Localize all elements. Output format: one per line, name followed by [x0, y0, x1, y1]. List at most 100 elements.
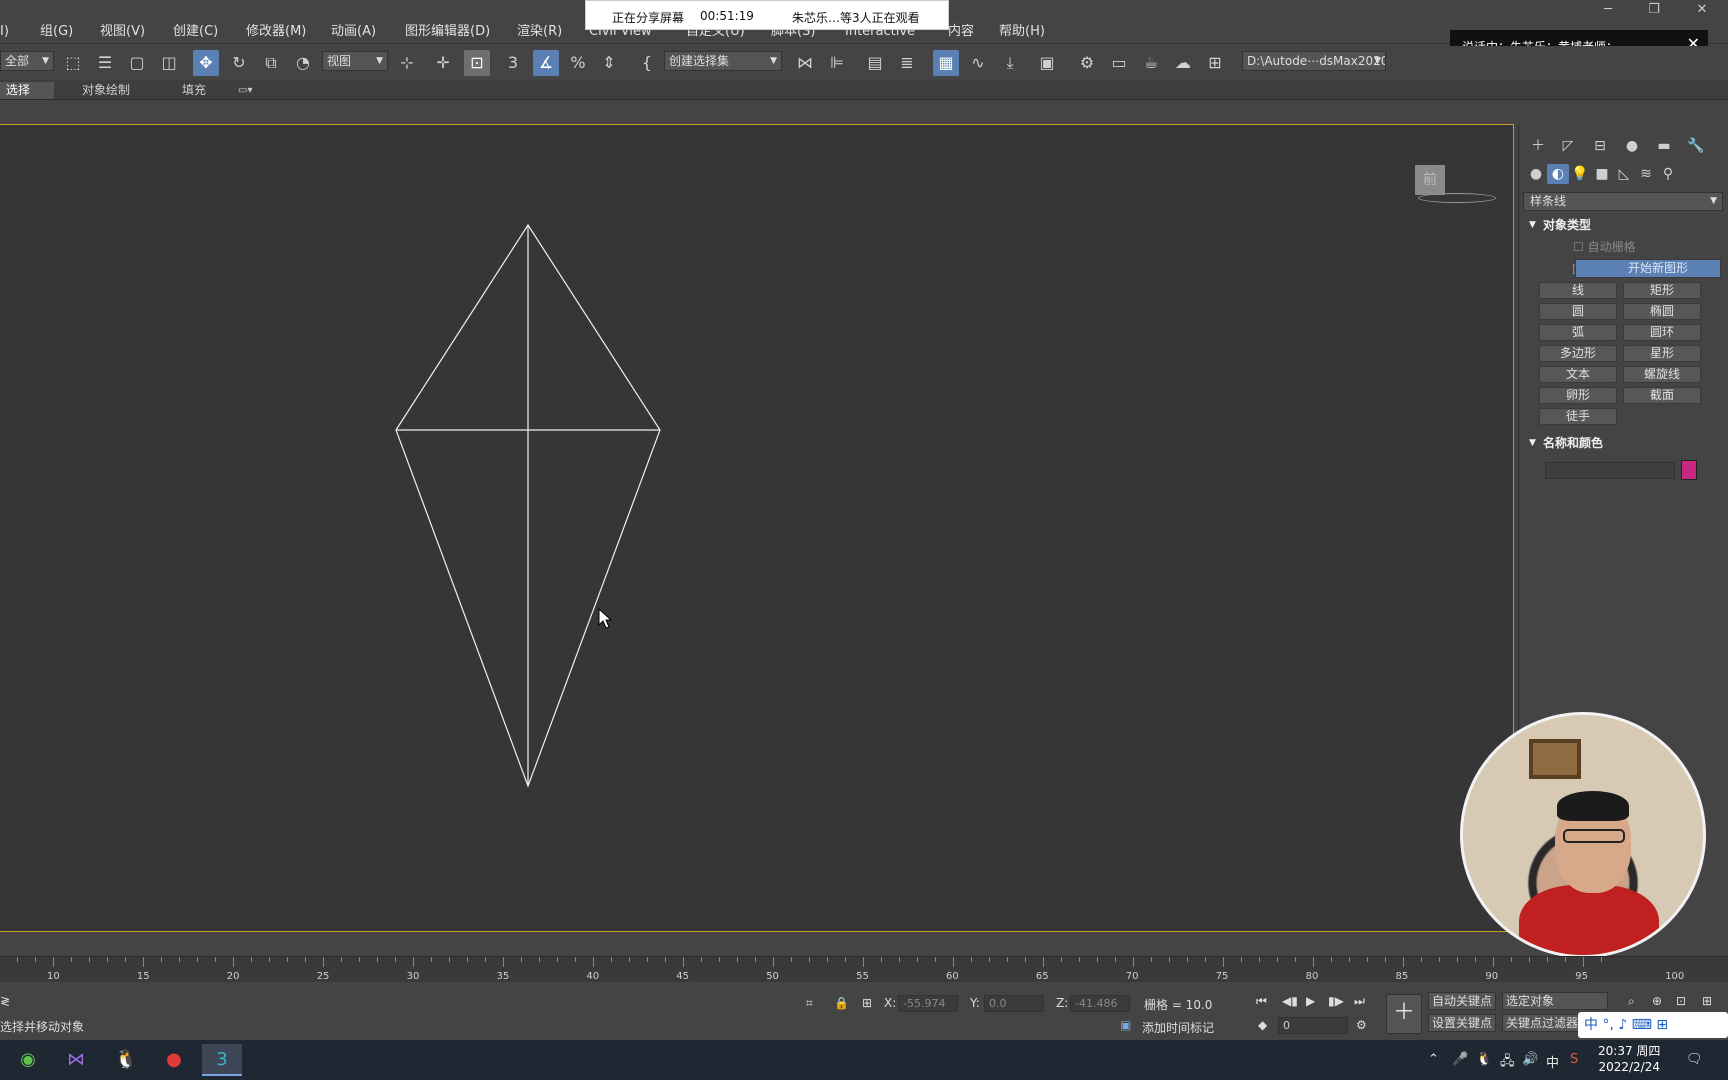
- ngon-button[interactable]: 多边形: [1539, 345, 1617, 362]
- cameras-icon[interactable]: ■: [1591, 164, 1613, 184]
- shape-category-dropdown[interactable]: 样条线 ▼: [1523, 192, 1723, 211]
- front-viewport[interactable]: [0, 124, 1514, 932]
- x-coord-field[interactable]: -55.974: [898, 995, 958, 1012]
- render-online-icon[interactable]: ⊞: [1202, 50, 1228, 76]
- selected-object-dropdown[interactable]: 选定对象: [1502, 992, 1608, 1010]
- name-color-rollout[interactable]: ▼ 名称和颜色: [1523, 434, 1723, 452]
- ribbon-toggle-icon[interactable]: ▦: [933, 50, 959, 76]
- snaps-3d-icon[interactable]: 3: [500, 50, 526, 76]
- reference-coord-combo[interactable]: 视图 ▼: [322, 51, 388, 71]
- auto-key-button[interactable]: 自动关键点: [1428, 992, 1497, 1010]
- donut-button[interactable]: 圆环: [1623, 324, 1701, 341]
- recorder-app-icon[interactable]: ●: [154, 1044, 194, 1076]
- object-name-field[interactable]: [1545, 462, 1675, 479]
- y-coord-field[interactable]: 0.0: [984, 995, 1044, 1012]
- ime-indicator[interactable]: 中: [1546, 1052, 1559, 1071]
- modify-tab-icon[interactable]: ◸: [1557, 136, 1579, 156]
- arc-button[interactable]: 弧: [1539, 324, 1617, 341]
- align-icon[interactable]: ⊫: [824, 50, 850, 76]
- render-setup-icon[interactable]: ⚙: [1074, 50, 1100, 76]
- object-color-swatch[interactable]: [1681, 460, 1697, 480]
- select-manipulate-icon[interactable]: ✛: [430, 50, 456, 76]
- set-key-button[interactable]: 设置关键点: [1428, 1014, 1497, 1032]
- motion-tab-icon[interactable]: ●: [1621, 136, 1643, 156]
- current-frame-field[interactable]: 0: [1278, 1017, 1348, 1034]
- hierarchy-tab-icon[interactable]: ⊟: [1589, 136, 1611, 156]
- rotate-icon[interactable]: ↻: [226, 50, 252, 76]
- geometry-icon[interactable]: ●: [1525, 164, 1547, 184]
- tray-overflow-icon[interactable]: ⌃: [1428, 1052, 1439, 1067]
- egg-button[interactable]: 卵形: [1539, 387, 1617, 404]
- helpers-icon[interactable]: ◺: [1613, 164, 1635, 184]
- ribbon-options-icon[interactable]: ▭▾: [232, 82, 258, 99]
- notifications-icon[interactable]: 🗨: [1686, 1052, 1703, 1067]
- lock-selection-icon[interactable]: 🔒: [834, 996, 849, 1010]
- mirror-icon[interactable]: ⋈: [792, 50, 818, 76]
- play-icon[interactable]: ▶: [1306, 994, 1315, 1008]
- zoom-extents-icon[interactable]: ⊡: [1676, 994, 1686, 1008]
- menu-item-content[interactable]: 内容: [948, 22, 974, 42]
- select-by-name-icon[interactable]: ☰: [92, 50, 118, 76]
- menu-item-graph-editors[interactable]: 图形编辑器(D): [405, 22, 490, 42]
- space-warps-icon[interactable]: ≋: [1635, 164, 1657, 184]
- browser-app-icon[interactable]: ◉: [8, 1044, 48, 1076]
- angle-snap-icon[interactable]: ∡: [533, 50, 559, 76]
- project-path-combo[interactable]: D:\Autode⋯dsMax2020 ▼: [1242, 51, 1386, 71]
- rectangle-button[interactable]: 矩形: [1623, 282, 1701, 299]
- key-mode-icon[interactable]: ◆: [1258, 1018, 1267, 1032]
- zoom-all-icon[interactable]: ⊕: [1652, 994, 1662, 1008]
- go-to-end-icon[interactable]: ⏭: [1354, 994, 1365, 1009]
- key-filters-button[interactable]: 关键点过滤器: [1502, 1014, 1582, 1032]
- scene-explorer-icon[interactable]: ▤: [862, 50, 888, 76]
- menu-item-views[interactable]: 视图(V): [100, 22, 145, 42]
- microphone-icon[interactable]: 🎤: [1452, 1052, 1468, 1067]
- time-config-icon[interactable]: ⚙: [1356, 1018, 1367, 1032]
- placement-icon[interactable]: ◔: [290, 50, 316, 76]
- freehand-button[interactable]: 徒手: [1539, 408, 1617, 425]
- render-cloud-icon[interactable]: ☁: [1170, 50, 1196, 76]
- time-tag-icon[interactable]: ▣: [1120, 1018, 1131, 1032]
- object-type-rollout[interactable]: ▼ 对象类型: [1523, 216, 1723, 234]
- view-cube[interactable]: 前: [1415, 165, 1445, 195]
- display-tab-icon[interactable]: ▬: [1653, 136, 1675, 156]
- menu-item-modifiers[interactable]: 修改器(M): [246, 22, 306, 42]
- curve-editor-icon[interactable]: ∿: [965, 50, 991, 76]
- percent-snap-icon[interactable]: %: [565, 50, 591, 76]
- utilities-tab-icon[interactable]: 🔧: [1685, 136, 1707, 156]
- add-time-tag[interactable]: 添加时间标记: [1142, 1019, 1214, 1036]
- schematic-icon[interactable]: ⤓: [997, 50, 1023, 76]
- share-viewers[interactable]: 朱芯乐…等3人正在观看: [792, 9, 920, 26]
- window-crossing-icon[interactable]: ◫: [156, 50, 182, 76]
- zoom-icon[interactable]: ⌕: [1628, 994, 1635, 1009]
- pivot-icon[interactable]: ⊹: [394, 50, 420, 76]
- absolute-mode-icon[interactable]: ⊞: [862, 996, 872, 1010]
- layer-explorer-icon[interactable]: ≣: [894, 50, 920, 76]
- menu-item-group[interactable]: 组(G): [40, 22, 73, 42]
- systems-icon[interactable]: ⚲: [1657, 164, 1679, 184]
- tab-object-paint[interactable]: 对象绘制: [76, 82, 136, 99]
- isolate-selection-icon[interactable]: ⌗: [806, 996, 813, 1011]
- qq-tray-icon[interactable]: 🐧: [1476, 1052, 1492, 1067]
- tab-selection[interactable]: 选择: [0, 82, 54, 99]
- minimize-icon[interactable]: ─: [1598, 2, 1618, 17]
- named-selection-set-combo[interactable]: 创建选择集 ▼: [664, 51, 782, 71]
- circle-button[interactable]: 圆: [1539, 303, 1617, 320]
- qq-icon[interactable]: 🐧: [106, 1044, 146, 1076]
- render-icon[interactable]: ☕: [1138, 50, 1164, 76]
- lights-icon[interactable]: 💡: [1569, 164, 1591, 184]
- set-key-big-button[interactable]: ＋: [1386, 994, 1422, 1034]
- 3dsmax-app-icon[interactable]: 3: [202, 1044, 242, 1076]
- next-frame-icon[interactable]: ▮▶: [1328, 994, 1344, 1008]
- previous-frame-icon[interactable]: ◀▮: [1282, 994, 1298, 1008]
- sogou-tray-icon[interactable]: S: [1570, 1052, 1578, 1067]
- spinner-snap-icon[interactable]: ⇕: [596, 50, 622, 76]
- selection-filter-combo[interactable]: 全部 ▼: [0, 51, 54, 71]
- close-icon[interactable]: ✕: [1692, 2, 1712, 17]
- restore-icon[interactable]: ❐: [1644, 2, 1664, 17]
- keyboard-shortcut-override-icon[interactable]: ⊡: [464, 50, 490, 76]
- timeline-ruler[interactable]: 10 15 20 25 30 35 40 45 50 55 60 65 70 75 80 85 90 95 100: [0, 956, 1728, 982]
- select-icon[interactable]: ⬚: [60, 50, 86, 76]
- menu-item-rendering[interactable]: 渲染(R): [517, 22, 562, 42]
- ellipse-button[interactable]: 椭圆: [1623, 303, 1701, 320]
- auto-grid-checkbox[interactable]: ☐ 自动栅格: [1573, 238, 1636, 255]
